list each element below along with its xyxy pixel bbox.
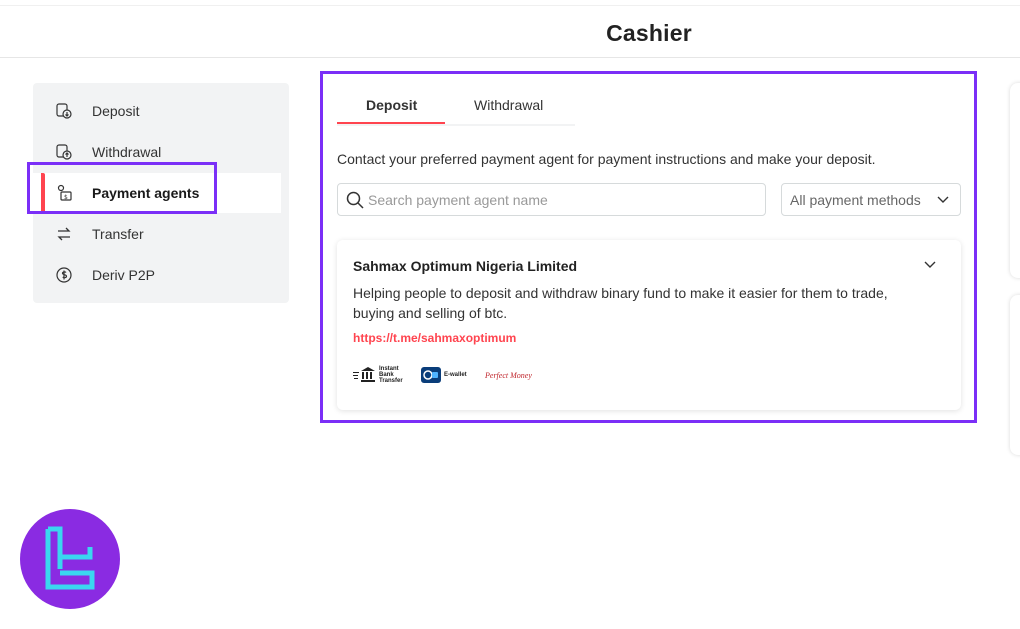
tab-deposit[interactable]: Deposit (366, 97, 417, 113)
payment-method-perfect-money: Perfect Money (485, 365, 532, 385)
chevron-down-icon (937, 196, 949, 203)
agent-description: Helping people to deposit and withdraw b… (353, 285, 888, 321)
search-icon (346, 191, 364, 209)
cashier-sidebar: Deposit Withdrawal $ Payment agents Tran… (33, 83, 289, 303)
agent-name: Sahmax Optimum Nigeria Limited (353, 258, 578, 274)
logo-icon (45, 526, 95, 590)
sidebar-item-deposit[interactable]: Deposit (33, 91, 281, 131)
sidebar-item-withdrawal[interactable]: Withdrawal (33, 132, 281, 172)
page-title: Cashier (606, 20, 692, 46)
agent-card: Sahmax Optimum Nigeria Limited Helping p… (337, 240, 961, 410)
page-header: Cashier (0, 6, 1020, 58)
payment-method-label: Transfer (379, 378, 403, 384)
payment-method-label: E-wallet (444, 372, 467, 378)
sidebar-item-transfer[interactable]: Transfer (33, 214, 281, 254)
sidebar-item-label: Payment agents (92, 185, 200, 201)
bank-icon (353, 367, 375, 382)
svg-text:$: $ (64, 194, 68, 201)
ewallet-icon (421, 367, 441, 383)
payment-method-ewallet: E-wallet (421, 365, 467, 385)
payment-method-bank-transfer: Instant Bank Transfer (353, 365, 403, 385)
active-tab-indicator (337, 122, 445, 124)
payment-agents-panel: Deposit Withdrawal Contact your preferre… (320, 71, 977, 423)
deposit-icon (56, 103, 72, 119)
search-input[interactable] (368, 190, 748, 210)
p2p-icon (56, 267, 72, 283)
payment-agent-icon: $ (57, 184, 72, 201)
transfer-icon (57, 227, 71, 241)
payment-methods-dropdown[interactable]: All payment methods (781, 183, 961, 216)
sidebar-item-payment-agents[interactable]: $ Payment agents (33, 173, 281, 213)
intro-text: Contact your preferred payment agent for… (337, 151, 876, 167)
sidebar-item-label: Deposit (92, 103, 140, 119)
search-box (337, 183, 766, 216)
side-panel-edge (1010, 295, 1020, 455)
sidebar-item-label: Deriv P2P (92, 267, 156, 283)
dropdown-value: All payment methods (790, 192, 921, 208)
sidebar-item-deriv-p2p[interactable]: Deriv P2P (33, 255, 281, 295)
agent-link[interactable]: https://t.me/sahmaxoptimum (353, 331, 516, 345)
perfect-money-icon: Perfect Money (485, 370, 532, 380)
sidebar-item-label: Withdrawal (92, 144, 162, 160)
tab-withdrawal[interactable]: Withdrawal (474, 97, 543, 113)
tab-bar: Deposit Withdrawal (337, 94, 575, 126)
chevron-down-icon[interactable] (923, 260, 937, 270)
side-panel-edge (1010, 83, 1020, 278)
sidebar-item-label: Transfer (92, 226, 144, 242)
brand-logo (20, 509, 120, 609)
withdrawal-icon (56, 144, 72, 160)
